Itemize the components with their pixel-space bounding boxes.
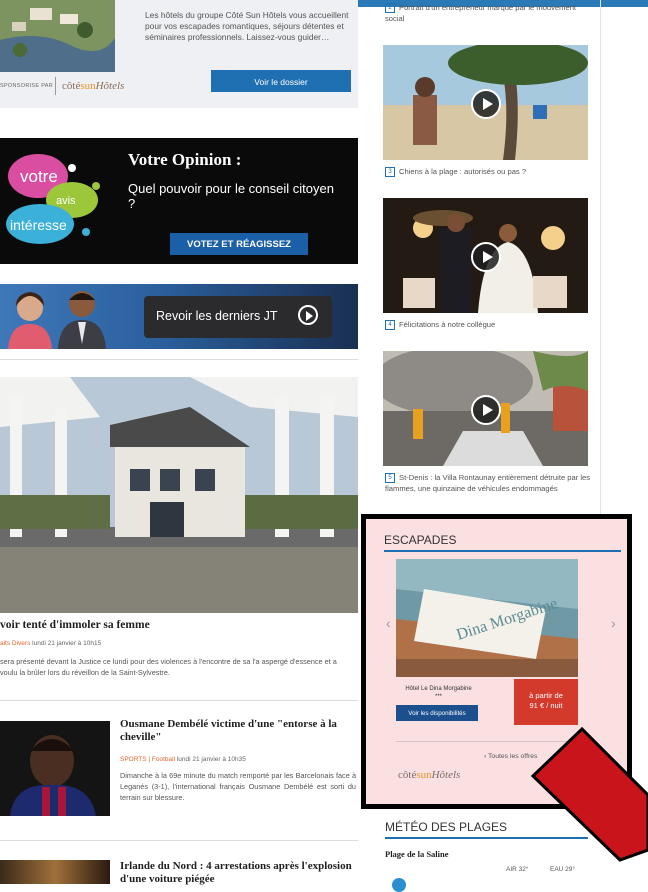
column-divider xyxy=(600,0,601,540)
video-caption[interactable]: 2 Portrait d'un entrepreneur marqué par l… xyxy=(385,2,591,24)
beach-name[interactable]: Plage de la Saline xyxy=(385,849,449,859)
divider xyxy=(0,359,358,360)
video-caption[interactable]: 4 Félicitations à notre collègue xyxy=(385,319,591,330)
logo-word-votre: votre xyxy=(20,167,58,186)
hotel-name-text: Hôtel Le Dina Morgabine xyxy=(405,686,472,692)
hotel-aerial-image xyxy=(0,0,115,72)
hotel-stars: *** xyxy=(434,694,442,700)
all-offers-label: Toutes les offres xyxy=(488,753,538,760)
article-category[interactable]: SPORTS | Football xyxy=(120,756,175,763)
escapades-widget: ESCAPADES ‹ Dina Morgabine › Hôtel Le Di… xyxy=(361,514,632,809)
article-excerpt: Dimanche à la 69e minute du match rempor… xyxy=(120,771,356,802)
video-caption[interactable]: 3 Chiens à la plage : autorisés ou pas ? xyxy=(385,166,591,177)
opinion-question: Quel pouvoir pour le conseil citoyen ? xyxy=(128,181,334,211)
opinion-title: Votre Opinion : xyxy=(128,150,242,169)
play-icon[interactable] xyxy=(471,395,501,425)
video-thumbnail[interactable] xyxy=(383,351,588,466)
carousel-prev-icon[interactable]: ‹ xyxy=(386,615,391,631)
meteo-underline xyxy=(385,837,588,839)
sponsor-label: SPONSORISE PAR xyxy=(0,83,53,89)
meteo-title: MÉTÉO DES PLAGES xyxy=(385,820,508,834)
logo-sun: sun xyxy=(416,769,432,781)
water-temperature: EAU 29° xyxy=(550,866,576,873)
logo-prefix: côté xyxy=(398,769,417,781)
logo-sun: sun xyxy=(80,80,96,92)
voir-dossier-button[interactable]: Voir le dossier xyxy=(211,70,351,92)
divider xyxy=(0,840,358,841)
air-temperature: AIR 32° xyxy=(506,866,529,873)
logo-suffix: Hôtels xyxy=(431,769,461,781)
escapades-divider xyxy=(396,741,578,742)
article-date: lundi 21 janvier à 10h15 xyxy=(32,640,102,647)
price-line-1: à partir de xyxy=(529,691,563,700)
video-number: 5 xyxy=(385,473,395,483)
logo-suffix: Hôtels xyxy=(95,80,125,92)
escapades-underline xyxy=(384,550,621,552)
article-title[interactable]: Ousmane Dembélé victime d'une "entorse à… xyxy=(120,718,358,743)
video-caption-text: Portrait d'un entrepreneur marqué par le… xyxy=(385,3,577,23)
carousel-next-icon[interactable]: › xyxy=(611,615,616,631)
video-number: 3 xyxy=(385,167,395,177)
logo-prefix: côté xyxy=(62,80,81,92)
article-image-building[interactable] xyxy=(0,377,358,613)
hotel-name[interactable]: Hôtel Le Dina Morgabine *** xyxy=(396,685,481,701)
hotel-feature-card[interactable]: Les hôtels du groupe Côté Sun Hôtels vou… xyxy=(0,0,358,108)
video-thumbnail[interactable] xyxy=(383,45,588,160)
jt-replay-banner[interactable]: Revoir les derniers JT xyxy=(0,284,358,349)
cote-sun-logo[interactable]: côtésunHôtels xyxy=(398,769,460,781)
votre-avis-logo: votre avis intéresse xyxy=(6,154,100,244)
escapades-title: ESCAPADES xyxy=(384,533,457,547)
logo-word-avis: avis xyxy=(56,195,76,207)
hotel-feature-text: Les hôtels du groupe Côté Sun Hôtels vou… xyxy=(145,10,349,42)
play-icon[interactable] xyxy=(471,89,501,119)
video-thumbnail[interactable] xyxy=(383,198,588,313)
video-caption-text: Chiens à la plage : autorisés ou pas ? xyxy=(399,167,527,176)
article-title[interactable]: voir tenté d'immoler sa femme xyxy=(0,619,150,631)
divider xyxy=(0,700,358,701)
price-line-2: 91 € / nuit xyxy=(529,701,563,710)
video-number: 2 xyxy=(385,3,395,13)
video-caption-text: St-Denis : la Villa Rontaunay entièremen… xyxy=(385,473,591,493)
sponsor-divider xyxy=(55,77,56,95)
play-icon[interactable] xyxy=(471,242,501,272)
article-image-footballer[interactable] xyxy=(0,721,110,816)
opinion-banner[interactable]: votre avis intéresse Votre Opinion : Que… xyxy=(0,138,358,264)
all-offers-link[interactable]: › Toutes les offres xyxy=(484,753,537,760)
article-date: lundi 21 janvier à 10h35 xyxy=(176,756,246,763)
article-title[interactable]: Irlande du Nord : 4 arrestations après l… xyxy=(120,860,358,885)
cote-sun-logo[interactable]: côtésunHôtels xyxy=(62,80,124,92)
video-caption[interactable]: 5 St-Denis : la Villa Rontaunay entièreme… xyxy=(385,472,591,494)
weather-icon xyxy=(392,878,406,892)
article-meta: SPORTS | Football lundi 21 janvier à 10h… xyxy=(120,756,246,763)
escapades-slide-image[interactable]: Dina Morgabine xyxy=(396,559,578,677)
article-image-explosion[interactable] xyxy=(0,860,110,884)
logo-word-interesse: intéresse xyxy=(10,217,67,233)
video-number: 4 xyxy=(385,320,395,330)
disponibilites-button[interactable]: Voir les disponibilités xyxy=(396,705,478,721)
jt-label: Revoir les derniers JT xyxy=(156,309,278,323)
votez-button[interactable]: VOTEZ ET RÉAGISSEZ xyxy=(170,233,308,255)
video-caption-text: Félicitations à notre collègue xyxy=(399,320,496,329)
article-category[interactable]: aits Divers xyxy=(0,640,30,647)
presenters-image xyxy=(8,291,106,349)
price-badge[interactable]: à partir de 91 € / nuit xyxy=(514,679,578,725)
article-meta: aits Divers lundi 21 janvier à 10h15 xyxy=(0,640,101,647)
play-icon[interactable] xyxy=(298,305,318,325)
article-excerpt: sera présenté devant la Justice ce lundi… xyxy=(0,657,337,677)
